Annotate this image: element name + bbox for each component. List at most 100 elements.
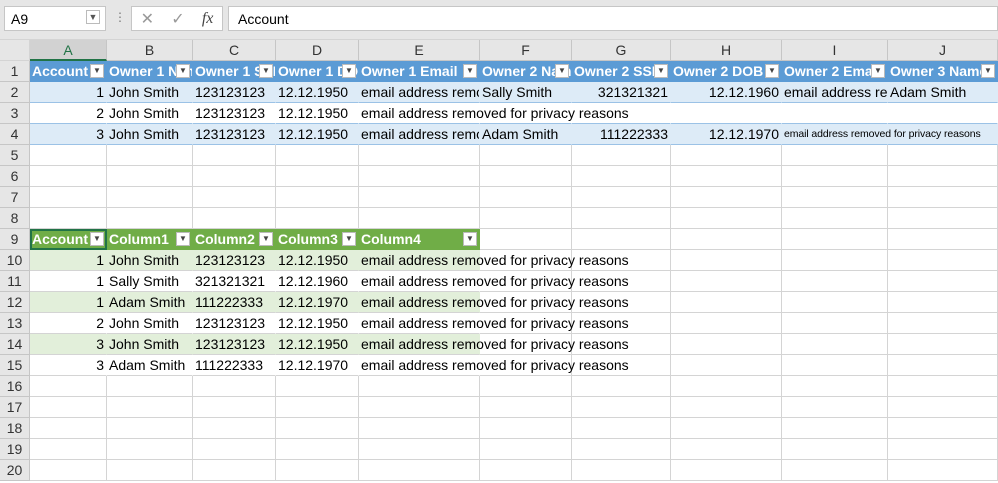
cell[interactable] [782,166,888,187]
cell[interactable] [782,145,888,166]
cell[interactable] [359,460,480,481]
row-header-6[interactable]: 6 [0,166,30,187]
row-header-1[interactable]: 1 [0,61,30,82]
cell[interactable] [359,166,480,187]
cell[interactable] [671,271,782,292]
cell[interactable] [782,229,888,250]
cell[interactable] [888,355,998,376]
column-header-D[interactable]: D [276,40,359,61]
filter-dropdown-icon[interactable]: ▼ [654,64,668,78]
cell[interactable] [107,187,193,208]
table1-cell[interactable]: 123123123 [193,82,276,103]
table2-cell[interactable]: 12.12.1950 [276,250,359,271]
formula-input[interactable]: Account [228,6,998,31]
table2-cell[interactable]: 1 [30,292,107,313]
table2-cell[interactable]: email address removed for privacy reason… [359,355,629,376]
table1-cell[interactable]: 12.12.1950 [276,124,359,145]
cell[interactable] [782,271,888,292]
table2-cell[interactable]: 12.12.1950 [276,313,359,334]
row-header-2[interactable]: 2 [0,82,30,103]
column-header-B[interactable]: B [107,40,193,61]
cell[interactable] [276,145,359,166]
table2-cell[interactable]: 3 [30,355,107,376]
table1-cell[interactable]: John Smith [107,124,193,145]
table2-cell[interactable]: Adam Smith [107,292,193,313]
table1-header-cell[interactable]: Owner 1 Name▼ [107,61,193,82]
cell[interactable] [480,166,572,187]
table1-header-cell[interactable]: Owner 3 Name ▼ [888,61,998,82]
column-header-C[interactable]: C [193,40,276,61]
cell[interactable] [782,187,888,208]
cell[interactable] [888,313,998,334]
cell[interactable] [782,313,888,334]
table1-cell[interactable]: 12.12.1970 [671,124,782,145]
cell[interactable] [888,418,998,439]
cell[interactable] [276,376,359,397]
table1-header-cell[interactable]: Owner 2 SSN ▼ [572,61,671,82]
cell[interactable] [480,229,572,250]
cell[interactable] [193,439,276,460]
table1-cell[interactable]: email address removed for privacy reason… [359,103,629,124]
filter-dropdown-icon[interactable]: ▼ [463,64,477,78]
cell[interactable] [671,355,782,376]
cell[interactable] [107,166,193,187]
cell[interactable] [480,397,572,418]
row-header-19[interactable]: 19 [0,439,30,460]
row-header-8[interactable]: 8 [0,208,30,229]
table2-cell[interactable]: 12.12.1960 [276,271,359,292]
cell[interactable] [480,418,572,439]
table1-cell[interactable]: 3 [30,124,107,145]
enter-icon[interactable]: ✓ [171,9,184,29]
more-options-icon[interactable]: ⋮ [114,10,126,24]
cell[interactable] [359,439,480,460]
cell[interactable] [572,208,671,229]
row-header-14[interactable]: 14 [0,334,30,355]
cell[interactable] [359,376,480,397]
cell[interactable] [888,229,998,250]
row-header-13[interactable]: 13 [0,313,30,334]
row-header-15[interactable]: 15 [0,355,30,376]
cell[interactable] [276,460,359,481]
table1-cell[interactable]: 12.12.1960 [671,82,782,103]
table1-cell[interactable]: John Smith [107,82,193,103]
cell[interactable] [30,418,107,439]
filter-dropdown-icon[interactable]: ▼ [176,64,190,78]
filter-dropdown-icon[interactable]: ▼ [342,232,356,246]
cell[interactable] [572,418,671,439]
cell[interactable] [30,376,107,397]
table2-cell[interactable]: 321321321 [193,271,276,292]
cell[interactable] [193,397,276,418]
cell[interactable] [671,229,782,250]
table2-cell[interactable]: 111222333 [193,292,276,313]
cell[interactable] [107,418,193,439]
table2-header-cell[interactable]: Column3 ▼ [276,229,359,250]
table1-header-cell[interactable]: Owner 2 DOB ▼ [671,61,782,82]
table1-header-cell[interactable]: Owner 1 DOB▼ [276,61,359,82]
table2-cell[interactable]: 111222333 [193,355,276,376]
cell[interactable] [888,439,998,460]
column-header-F[interactable]: F [480,40,572,61]
table2-cell[interactable]: email address removed for privacy reason… [359,334,629,355]
insert-function-icon[interactable]: fx [202,10,214,28]
cell[interactable] [30,145,107,166]
filter-dropdown-icon[interactable]: ▼ [342,64,356,78]
cell[interactable] [572,397,671,418]
table2-cell[interactable]: John Smith [107,313,193,334]
table2-header-cell[interactable]: Column2 ▼ [193,229,276,250]
table2-header-cell[interactable]: Account ▼ [30,229,107,250]
table1-cell[interactable] [888,103,998,124]
table1-header-cell[interactable]: Owner 2 Name ▼ [480,61,572,82]
table1-cell[interactable]: 111222333 [572,124,671,145]
filter-dropdown-icon[interactable]: ▼ [463,232,477,246]
column-header-J[interactable]: J [888,40,998,61]
cell[interactable] [480,460,572,481]
cell[interactable] [671,376,782,397]
cell[interactable] [359,145,480,166]
table1-cell[interactable]: Sally Smith [480,82,572,103]
row-header-5[interactable]: 5 [0,145,30,166]
cell[interactable] [782,439,888,460]
cell[interactable] [30,187,107,208]
cell[interactable] [193,418,276,439]
cell[interactable] [888,460,998,481]
table2-cell[interactable]: 3 [30,334,107,355]
